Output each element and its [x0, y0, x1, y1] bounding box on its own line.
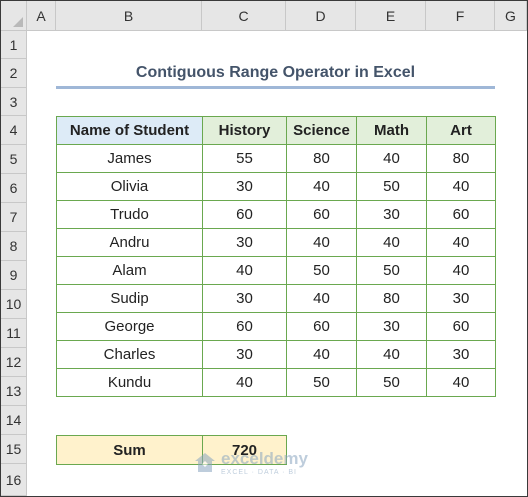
cell-science[interactable]: 50: [286, 256, 357, 285]
cell-history[interactable]: 30: [202, 284, 287, 313]
cell-science[interactable]: 50: [286, 368, 357, 397]
header-math[interactable]: Math: [356, 116, 427, 145]
cell-math[interactable]: 30: [356, 200, 427, 229]
table-row: Charles 30 40 40 30: [56, 340, 496, 369]
sum-label[interactable]: Sum: [56, 435, 203, 465]
cell-math[interactable]: 50: [356, 172, 427, 201]
cell-history[interactable]: 60: [202, 200, 287, 229]
row-header-1[interactable]: 1: [1, 31, 27, 59]
spreadsheet-frame: A B C D E F G 1 2 3 4 5 6 7 8 9 10 11 12…: [0, 0, 528, 497]
column-header-f[interactable]: F: [426, 1, 495, 31]
table-row: Trudo 60 60 30 60: [56, 200, 496, 229]
cell-art[interactable]: 40: [426, 228, 496, 257]
table-row: Andru 30 40 40 40: [56, 228, 496, 257]
cell-math[interactable]: 40: [356, 144, 427, 173]
row-header-9[interactable]: 9: [1, 261, 27, 290]
cell-science[interactable]: 60: [286, 312, 357, 341]
cell-art[interactable]: 30: [426, 340, 496, 369]
row-header-6[interactable]: 6: [1, 174, 27, 203]
cell-name[interactable]: Sudip: [56, 284, 203, 313]
student-scores-table: Name of Student History Science Math Art…: [56, 116, 496, 397]
table-row: Alam 40 50 50 40: [56, 256, 496, 285]
cell-science[interactable]: 80: [286, 144, 357, 173]
column-header-c[interactable]: C: [202, 1, 286, 31]
column-header-d[interactable]: D: [286, 1, 356, 31]
cell-name[interactable]: Kundu: [56, 368, 203, 397]
row-header-15[interactable]: 15: [1, 435, 27, 464]
watermark-tagline: EXCEL · DATA · BI: [221, 469, 297, 476]
cell-math[interactable]: 40: [356, 228, 427, 257]
cell-science[interactable]: 40: [286, 172, 357, 201]
cell-art[interactable]: 80: [426, 144, 496, 173]
table-row: Sudip 30 40 80 30: [56, 284, 496, 313]
row-header-14[interactable]: 14: [1, 406, 27, 435]
cell-math[interactable]: 80: [356, 284, 427, 313]
cell-name[interactable]: Olivia: [56, 172, 203, 201]
exceldemy-watermark: exceldemy EXCEL · DATA · BI: [193, 450, 308, 476]
row-header-5[interactable]: 5: [1, 145, 27, 174]
cell-history[interactable]: 40: [202, 368, 287, 397]
cell-history[interactable]: 30: [202, 340, 287, 369]
cell-art[interactable]: 40: [426, 368, 496, 397]
header-science[interactable]: Science: [286, 116, 357, 145]
cell-art[interactable]: 40: [426, 256, 496, 285]
cell-history[interactable]: 30: [202, 228, 287, 257]
cell-science[interactable]: 60: [286, 200, 357, 229]
column-header-e[interactable]: E: [356, 1, 426, 31]
cell-name[interactable]: Charles: [56, 340, 203, 369]
cell-history[interactable]: 60: [202, 312, 287, 341]
cell-art[interactable]: 40: [426, 172, 496, 201]
cell-history[interactable]: 30: [202, 172, 287, 201]
cell-science[interactable]: 40: [286, 340, 357, 369]
cell-art[interactable]: 60: [426, 312, 496, 341]
row-header-2[interactable]: 2: [1, 59, 27, 88]
row-header-3[interactable]: 3: [1, 88, 27, 116]
header-art[interactable]: Art: [426, 116, 496, 145]
cell-math[interactable]: 30: [356, 312, 427, 341]
cell-name[interactable]: Trudo: [56, 200, 203, 229]
cell-name[interactable]: Alam: [56, 256, 203, 285]
cell-math[interactable]: 40: [356, 340, 427, 369]
row-header-4[interactable]: 4: [1, 116, 27, 145]
sheet-title[interactable]: Contiguous Range Operator in Excel: [56, 59, 495, 87]
column-header-a[interactable]: A: [27, 1, 56, 31]
table-row: James 55 80 40 80: [56, 144, 496, 173]
cell-art[interactable]: 60: [426, 200, 496, 229]
row-header-7[interactable]: 7: [1, 203, 27, 232]
table-row: Olivia 30 40 50 40: [56, 172, 496, 201]
table-header-row: Name of Student History Science Math Art: [56, 116, 496, 145]
cell-name[interactable]: Andru: [56, 228, 203, 257]
header-history[interactable]: History: [202, 116, 287, 145]
row-header-10[interactable]: 10: [1, 290, 27, 319]
row-header-13[interactable]: 13: [1, 377, 27, 406]
title-underline: [56, 86, 495, 89]
column-header-g[interactable]: G: [495, 1, 527, 31]
row-header-16[interactable]: 16: [1, 464, 27, 496]
cell-math[interactable]: 50: [356, 368, 427, 397]
house-icon: [195, 453, 215, 472]
row-header-12[interactable]: 12: [1, 348, 27, 377]
cell-science[interactable]: 40: [286, 228, 357, 257]
select-all-triangle-icon: [13, 17, 23, 27]
cell-science[interactable]: 40: [286, 284, 357, 313]
cell-history[interactable]: 55: [202, 144, 287, 173]
table-row: George 60 60 30 60: [56, 312, 496, 341]
cell-name[interactable]: James: [56, 144, 203, 173]
row-header-8[interactable]: 8: [1, 232, 27, 261]
table-row: Kundu 40 50 50 40: [56, 368, 496, 397]
cell-math[interactable]: 50: [356, 256, 427, 285]
cell-history[interactable]: 40: [202, 256, 287, 285]
column-header-b[interactable]: B: [56, 1, 202, 31]
select-all-corner[interactable]: [1, 1, 27, 31]
watermark-name: exceldemy: [221, 449, 308, 468]
row-header-11[interactable]: 11: [1, 319, 27, 348]
header-name-of-student[interactable]: Name of Student: [56, 116, 203, 145]
cell-art[interactable]: 30: [426, 284, 496, 313]
cell-name[interactable]: George: [56, 312, 203, 341]
